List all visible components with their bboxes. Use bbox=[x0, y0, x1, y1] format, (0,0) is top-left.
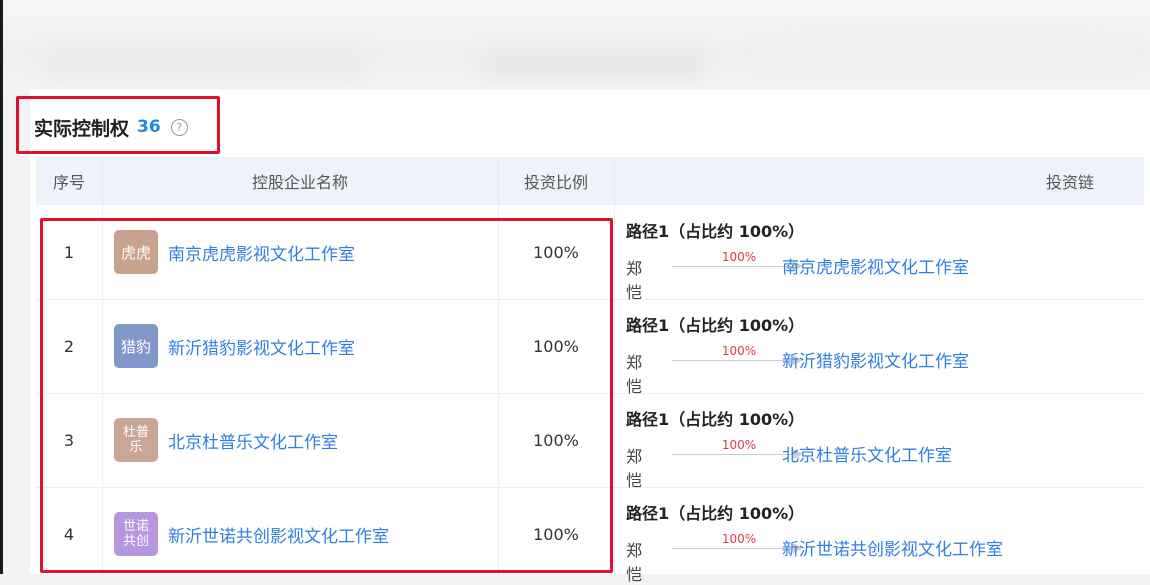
ratio-value: 100% bbox=[533, 430, 579, 450]
company-name-link[interactable]: 南京虎虎影视文化工作室 bbox=[168, 205, 355, 299]
person-name-link[interactable]: 郑恺 bbox=[626, 443, 642, 491]
row-index: 3 bbox=[63, 430, 75, 450]
edge-line bbox=[672, 454, 792, 455]
edge-percent: 100% bbox=[721, 438, 757, 452]
target-company-link[interactable]: 北京杜普乐文化工作室 bbox=[782, 441, 952, 466]
path-title: 路径1（占比约 100%） bbox=[626, 222, 805, 241]
company-name-link[interactable]: 新沂猎豹影视文化工作室 bbox=[168, 299, 355, 393]
edge-percent: 100% bbox=[721, 250, 757, 264]
row-index: 1 bbox=[63, 242, 75, 262]
table-row: 4 世诺共创 新沂世诺共创影视文化工作室 100% 路径1（占比约 100%） … bbox=[36, 487, 1144, 585]
path-title: 路径1（占比约 100%） bbox=[626, 316, 805, 335]
company-logo[interactable]: 世诺共创 bbox=[114, 512, 158, 556]
edge-percent: 100% bbox=[721, 532, 757, 546]
col-header-ratio: 投资比例 bbox=[523, 173, 588, 192]
company-logo[interactable]: 虎虎 bbox=[114, 230, 158, 274]
target-company-link[interactable]: 新沂猎豹影视文化工作室 bbox=[782, 347, 969, 372]
table-row: 1 虎虎 南京虎虎影视文化工作室 100% 路径1（占比约 100%） 郑恺 1… bbox=[36, 205, 1144, 303]
company-name-link[interactable]: 新沂世诺共创影视文化工作室 bbox=[168, 487, 389, 581]
edge-line bbox=[672, 548, 792, 549]
target-company-link[interactable]: 南京虎虎影视文化工作室 bbox=[782, 253, 969, 278]
ratio-value: 100% bbox=[533, 336, 579, 356]
table-row: 2 猎豹 新沂猎豹影视文化工作室 100% 路径1（占比约 100%） 郑恺 1… bbox=[36, 299, 1144, 397]
table-row: 3 杜普乐 北京杜普乐文化工作室 100% 路径1（占比约 100%） 郑恺 1… bbox=[36, 393, 1144, 491]
blurred-header-area bbox=[3, 0, 1150, 90]
target-company-link[interactable]: 新沂世诺共创影视文化工作室 bbox=[782, 535, 1003, 560]
company-logo[interactable]: 猎豹 bbox=[114, 324, 158, 368]
person-name-link[interactable]: 郑恺 bbox=[626, 255, 642, 303]
col-header-index: 序号 bbox=[52, 173, 85, 192]
edge-line bbox=[672, 360, 792, 361]
ratio-value: 100% bbox=[533, 524, 579, 544]
path-title: 路径1（占比约 100%） bbox=[626, 410, 805, 429]
edge-percent: 100% bbox=[721, 344, 757, 358]
table-header: 序号 控股企业名称 投资比例 投资链 bbox=[36, 157, 1144, 205]
col-header-chain: 投资链 bbox=[1046, 173, 1095, 192]
company-logo[interactable]: 杜普乐 bbox=[114, 418, 158, 462]
company-name-link[interactable]: 北京杜普乐文化工作室 bbox=[168, 393, 338, 487]
ratio-value: 100% bbox=[533, 242, 579, 262]
row-index: 2 bbox=[63, 336, 75, 356]
person-name-link[interactable]: 郑恺 bbox=[626, 349, 642, 397]
row-index: 4 bbox=[63, 524, 75, 544]
person-name-link[interactable]: 郑恺 bbox=[626, 537, 642, 585]
col-header-company: 控股企业名称 bbox=[251, 173, 348, 192]
edge-line bbox=[672, 266, 792, 267]
title-highlight-box bbox=[16, 96, 220, 154]
path-title: 路径1（占比约 100%） bbox=[626, 504, 805, 523]
